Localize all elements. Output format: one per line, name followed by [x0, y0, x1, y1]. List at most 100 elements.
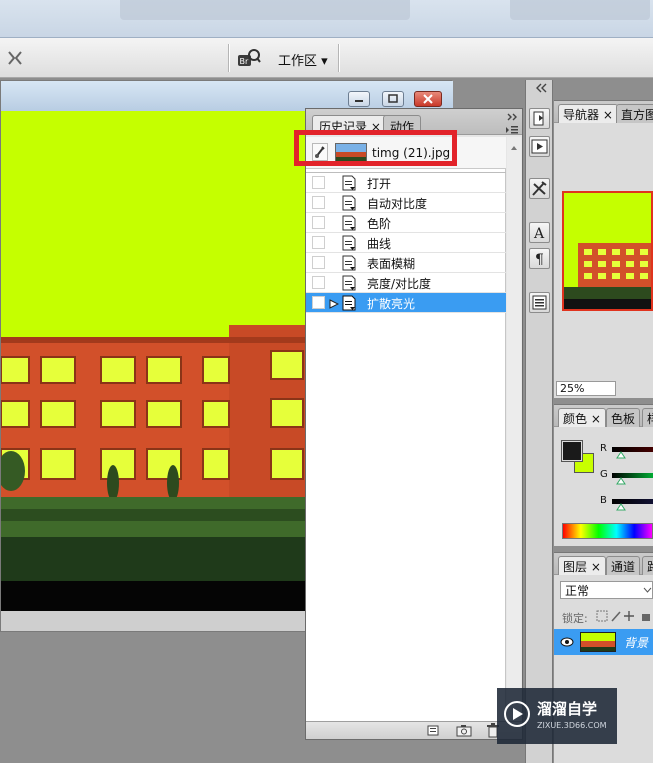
channel-g-label: G [600, 469, 608, 480]
svg-text:A: A [533, 226, 545, 242]
history-state-icon [342, 275, 356, 291]
history-footer [306, 721, 522, 739]
tab-color[interactable]: 颜色 × [558, 408, 606, 427]
play-logo-icon [504, 701, 530, 727]
minimize-button[interactable] [348, 91, 370, 107]
new-document-from-state-icon[interactable] [426, 724, 440, 737]
tab-paths[interactable]: 路 [642, 556, 653, 575]
workspace-menu[interactable]: 工作区 ▾ [278, 50, 328, 69]
history-scrollbar[interactable] [507, 137, 521, 722]
history-source-checkbox[interactable] [312, 216, 325, 229]
eye-visibility-icon[interactable] [560, 636, 574, 648]
history-item-label: 自动对比度 [367, 197, 428, 211]
options-bar: Br 工作区 ▾ [0, 38, 653, 78]
history-item-label: 扩散亮光 [367, 297, 416, 311]
history-source-checkbox[interactable] [312, 236, 325, 249]
bridge-br-icon[interactable]: Br [237, 48, 261, 68]
workspace-label: 工作区 [278, 54, 318, 69]
tab-close-icon[interactable]: × [603, 108, 613, 122]
top-title-strip [0, 0, 653, 38]
tool-presets-icon[interactable] [529, 178, 550, 199]
lock-options-icon[interactable] [596, 609, 652, 622]
color-tabbar: 颜色 × 色板 样 [554, 405, 653, 427]
tab-navigator-label: 导航器 [563, 108, 600, 122]
lock-label: 锁定: [562, 612, 588, 625]
history-item[interactable]: 自动对比度 [306, 193, 506, 213]
tab-swatches[interactable]: 色板 [606, 408, 641, 427]
tab-close-icon[interactable]: × [591, 412, 601, 426]
color-spectrum-bar[interactable] [562, 523, 653, 539]
tab-close-icon[interactable]: × [591, 560, 601, 574]
history-source-checkbox[interactable] [312, 176, 325, 189]
chevron-down-icon: ▾ [321, 54, 328, 69]
history-source-checkbox[interactable] [312, 256, 325, 269]
svg-text:¶: ¶ [535, 252, 544, 268]
dock-expand-icon[interactable] [529, 82, 550, 94]
history-item[interactable]: 打开 [306, 173, 506, 193]
history-item-label: 打开 [367, 177, 392, 191]
chevron-down-icon [643, 587, 652, 593]
foreground-color-swatch[interactable] [561, 440, 583, 462]
blend-mode-select[interactable]: 正常 [560, 581, 653, 599]
layer-row-background[interactable]: 背景 [554, 629, 653, 655]
panel-collapse-icon[interactable] [505, 111, 519, 121]
tab-histogram-label: 直方图 [621, 108, 653, 122]
history-list: timg (21).jpg 打开 自动对比度 色阶 曲线 表面模糊 亮度/对比度… [306, 137, 506, 722]
character-panel-icon[interactable]: A [529, 222, 550, 243]
document-titlebar [1, 81, 453, 111]
blurred-title-area [120, 0, 410, 20]
layers-tabbar: 图层 × 通道 路 [554, 553, 653, 575]
history-item[interactable]: 曲线 [306, 233, 506, 253]
tab-layers-label: 图层 [563, 560, 588, 574]
history-item-label: 亮度/对比度 [367, 277, 432, 291]
history-state-icon [342, 295, 356, 311]
history-item[interactable]: 表面模糊 [306, 253, 506, 273]
history-panel-icon[interactable] [529, 108, 550, 129]
channel-b-label: B [600, 495, 607, 506]
history-item-label: 表面模糊 [367, 257, 416, 271]
panel-menu-icon[interactable] [505, 124, 519, 134]
panel-dock-toolbar: A ¶ [525, 80, 553, 763]
tab-styles[interactable]: 样 [642, 408, 653, 427]
layer-comps-icon[interactable] [529, 292, 550, 313]
history-state-icon [342, 255, 356, 271]
channel-g-handle-icon[interactable] [616, 477, 626, 485]
history-source-checkbox[interactable] [312, 296, 325, 309]
tab-paths-label: 路 [647, 560, 653, 574]
history-source-checkbox[interactable] [312, 196, 325, 209]
tab-styles-label: 样 [647, 412, 653, 426]
channel-b-handle-icon[interactable] [616, 503, 626, 511]
camera-snapshot-icon[interactable] [456, 724, 472, 737]
history-state-slider-icon[interactable] [329, 298, 340, 309]
history-item-selected[interactable]: 扩散亮光 [306, 293, 506, 313]
history-source-checkbox[interactable] [312, 276, 325, 289]
tab-channels[interactable]: 通道 [606, 556, 641, 575]
navigator-panel: 导航器 × 直方图 25% [554, 100, 653, 398]
history-item[interactable]: 亮度/对比度 [306, 273, 506, 293]
channel-r-handle-icon[interactable] [616, 451, 626, 459]
history-panel: 历史记录 × 动作 timg (21).jpg 打开 自动对比度 色阶 曲线 表… [305, 108, 523, 740]
close-button[interactable] [414, 91, 442, 107]
zoom-field[interactable]: 25% [556, 381, 616, 396]
history-item-label: 曲线 [367, 237, 392, 251]
svg-text:Br: Br [240, 57, 249, 66]
tab-swatches-label: 色板 [611, 412, 636, 426]
tab-histogram[interactable]: 直方图 [616, 104, 653, 123]
actions-panel-icon[interactable] [529, 136, 550, 157]
image-canvas[interactable] [1, 111, 306, 631]
tool-preset-icon[interactable] [6, 50, 24, 66]
tab-navigator[interactable]: 导航器 × [558, 104, 618, 123]
blurred-window-controls [510, 0, 650, 20]
tab-layers[interactable]: 图层 × [558, 556, 606, 575]
watermark-logo: 溜溜自学 ZIXUE.3D66.COM [497, 688, 617, 744]
tab-channels-label: 通道 [611, 560, 636, 574]
history-state-icon [342, 215, 356, 231]
history-item[interactable]: 色阶 [306, 213, 506, 233]
paragraph-panel-icon[interactable]: ¶ [529, 248, 550, 269]
maximize-button[interactable] [382, 91, 404, 107]
history-state-icon [342, 175, 356, 191]
layer-thumbnail [580, 632, 616, 652]
history-item-label: 色阶 [367, 217, 392, 231]
watermark-url: ZIXUE.3D66.COM [537, 721, 607, 730]
navigator-preview[interactable] [562, 191, 653, 311]
